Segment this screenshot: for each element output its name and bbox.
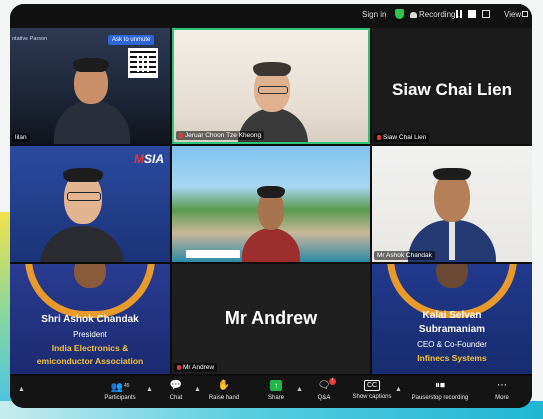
participant-display-name: Mr Andrew	[224, 308, 318, 328]
speaker-org-line1: India Electronics &	[51, 343, 129, 353]
share-icon: ↑	[270, 380, 282, 391]
meeting-window: Sign in Recording... View ntative Parson…	[10, 4, 532, 408]
video-tile-7[interactable]: Shri Ashok Chandak President India Elect…	[10, 264, 170, 374]
more-icon: ⋯	[497, 380, 507, 391]
more-label: More	[495, 395, 509, 401]
speaker-name-line1: Kalai Selvan	[422, 310, 482, 321]
pause-stop-recording-label: Pause/stop recording	[411, 395, 469, 401]
video-tile-2-active-speaker[interactable]: Jeruar Choon Tze Kheong	[172, 28, 370, 144]
chat-label: Chat	[169, 395, 183, 401]
raise-hand-label: Raise hand	[208, 395, 240, 401]
background-label: ntative Parson	[12, 36, 48, 42]
name-overlay	[186, 250, 240, 258]
participants-label: Participants	[104, 395, 136, 401]
ask-to-unmute-button[interactable]: Ask to unmute	[108, 35, 155, 45]
grid-icon[interactable]	[482, 10, 490, 18]
participant-name-label: Jeruar Choon Tze Kheong	[176, 131, 265, 140]
sign-in-link[interactable]: Sign in	[362, 10, 386, 19]
msia-logo: MSIA	[133, 152, 164, 166]
view-grid-icon[interactable]	[522, 11, 528, 17]
participant-name-label: Mr Ashok Chandak	[374, 251, 435, 260]
pause-stop-recording-button[interactable]: ⏸⏹ Pause/stop recording	[404, 378, 476, 401]
video-tile-1[interactable]: ntative Parson Ask to unmute lilan	[10, 28, 170, 144]
mic-muted-icon	[177, 365, 181, 370]
participant-name-label: Siaw Chai Lien	[374, 133, 430, 142]
qa-label: Q&A	[317, 395, 331, 401]
speaker-org: Infinecs Systems	[417, 353, 487, 363]
show-captions-label: Show captions	[352, 394, 392, 400]
caret-up-icon[interactable]: ▲	[18, 386, 25, 393]
participants-icon: 👥45	[110, 382, 130, 393]
speaker-name-line2: Subramaniam	[418, 324, 486, 335]
raise-hand-icon: ✋	[217, 380, 231, 391]
raise-hand-button[interactable]: ✋ Raise hand	[194, 378, 254, 401]
speaker-title: CEO & Co-Founder	[417, 340, 487, 349]
top-bar: Sign in Recording... View	[10, 4, 532, 28]
speaker-name: Shri Ashok Chandak	[41, 314, 139, 325]
video-tile-4[interactable]: MSIA	[10, 146, 170, 262]
mic-muted-icon	[179, 133, 183, 138]
participants-button[interactable]: 👥45 Participants	[90, 378, 150, 401]
captions-caret-icon[interactable]: ▲	[395, 386, 402, 393]
speaker-title: President	[73, 330, 107, 339]
pause-recording-icon[interactable]	[456, 10, 462, 18]
participant-display-name: Siaw Chai Lien	[392, 80, 512, 99]
video-tile-3[interactable]: Siaw Chai Lien Siaw Chai Lien	[372, 28, 532, 144]
meeting-toolbar: ▲ 👥45 Participants ▲ 💬 Chat ▲ ✋ Raise ha…	[10, 376, 532, 408]
video-tile-6[interactable]: Mr Ashok Chandak	[372, 146, 532, 262]
qr-code	[128, 48, 158, 78]
stop-recording-icon[interactable]	[468, 10, 476, 18]
recording-icon	[410, 12, 417, 18]
participant-name-label: Mr Andrew	[174, 363, 218, 372]
video-tile-5[interactable]	[172, 146, 370, 262]
mic-muted-icon	[377, 135, 381, 140]
speaker-org-line2: emiconductor Association	[36, 356, 144, 366]
pause-stop-recording-icon: ⏸⏹	[435, 380, 445, 391]
participant-name-label: lilan	[12, 133, 30, 142]
qa-notification-badge: !	[329, 378, 336, 385]
video-tile-8[interactable]: Mr Andrew Mr Andrew	[172, 264, 370, 374]
video-tile-9[interactable]: Kalai Selvan Subramaniam CEO & Co-Founde…	[372, 264, 532, 374]
view-menu[interactable]: View	[504, 10, 521, 19]
shield-icon	[395, 9, 404, 19]
captions-icon: CC	[364, 380, 380, 391]
share-label: Share	[267, 395, 284, 401]
more-button[interactable]: ⋯ More	[472, 378, 532, 401]
show-captions-button[interactable]: CC Show captions	[342, 378, 402, 400]
